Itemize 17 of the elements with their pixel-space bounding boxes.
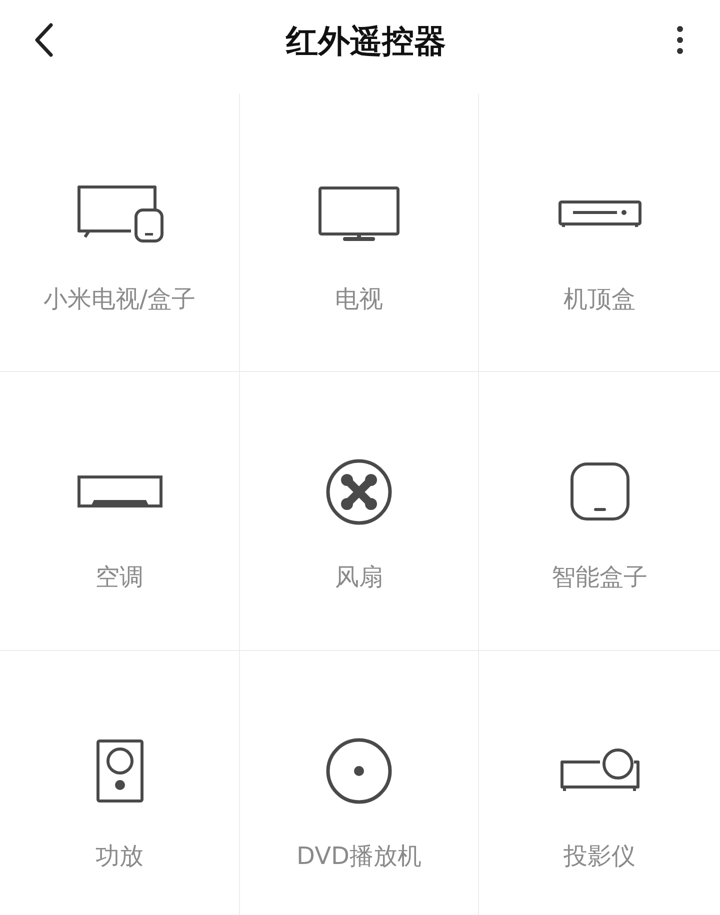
speaker-icon	[96, 739, 144, 803]
set-top-box-icon	[558, 199, 642, 229]
projector-icon	[558, 748, 642, 794]
device-tile[interactable]: 风扇	[240, 372, 479, 651]
smart-box-icon	[570, 462, 630, 522]
air-conditioner-icon	[76, 475, 162, 509]
device-tile[interactable]: 空调	[0, 372, 240, 651]
disc-icon	[325, 737, 393, 805]
back-button[interactable]	[32, 22, 56, 58]
page-title: 红外遥控器	[286, 21, 446, 61]
tv-icon	[317, 185, 401, 243]
device-tile[interactable]: 电视	[240, 94, 479, 372]
tv-box-icon	[74, 183, 164, 245]
more-icon	[676, 25, 684, 55]
fan-icon	[325, 458, 393, 526]
back-icon	[32, 22, 56, 58]
device-tile[interactable]: 小米电视/盒子	[0, 94, 240, 372]
